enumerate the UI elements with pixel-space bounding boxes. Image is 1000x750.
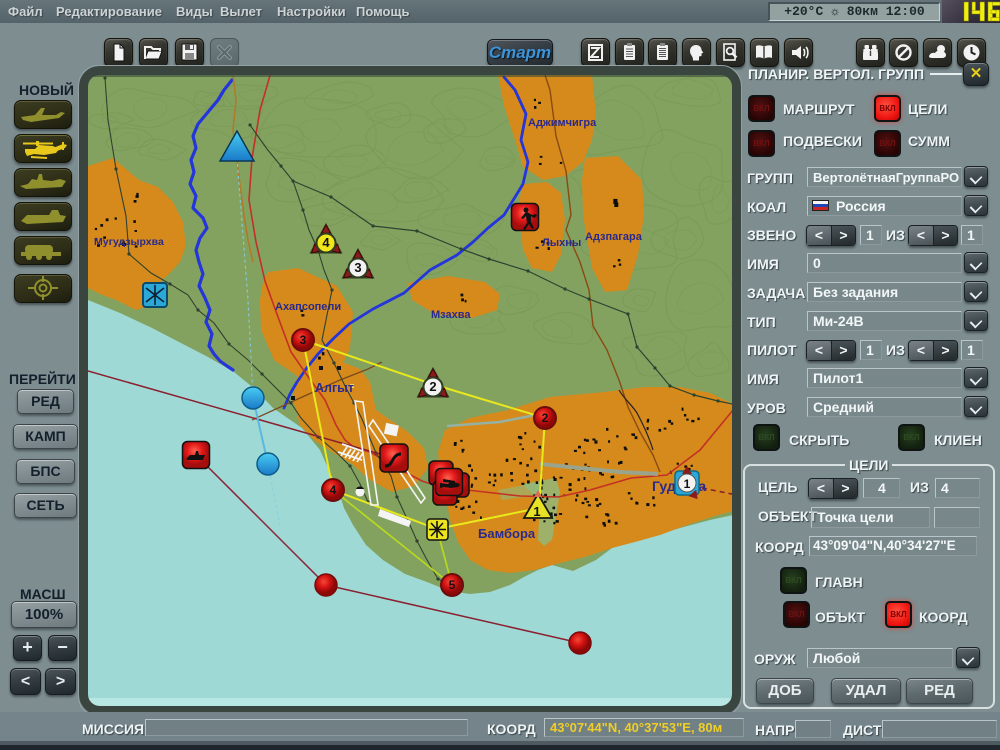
svg-text:3: 3: [300, 333, 307, 347]
svg-text:2: 2: [542, 411, 549, 425]
svg-text:5: 5: [449, 578, 456, 592]
svg-text:1: 1: [684, 477, 691, 491]
svg-text:4: 4: [322, 235, 330, 250]
svg-text:Мугудзырхва: Мугудзырхва: [94, 236, 164, 248]
svg-text:Мзахва: Мзахва: [431, 309, 471, 321]
svg-text:3: 3: [354, 260, 361, 275]
svg-text:Алгыт: Алгыт: [315, 381, 354, 395]
svg-text:Ахапсопели: Ахапсопели: [275, 301, 341, 313]
svg-text:1: 1: [533, 504, 540, 519]
svg-text:Бамбора: Бамбора: [478, 526, 536, 541]
svg-text:Аджимчигра: Аджимчигра: [528, 117, 597, 129]
svg-text:Лыхны: Лыхны: [542, 237, 581, 249]
svg-text:2: 2: [429, 379, 436, 394]
svg-text:4: 4: [330, 483, 337, 497]
svg-text:Адзпагара: Адзпагара: [585, 231, 643, 243]
